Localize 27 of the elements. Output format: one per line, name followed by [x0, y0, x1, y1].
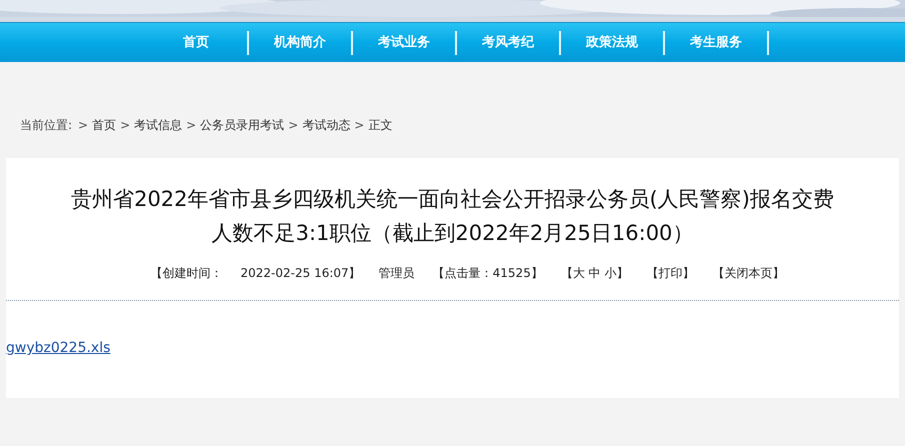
breadcrumb-link[interactable]: 考试动态	[302, 116, 350, 134]
meta-text: 【创建时间：	[150, 265, 223, 282]
nav-link[interactable]: 政策法规	[561, 30, 665, 54]
article-title-line: 人数不足3:1职位（截止到2022年2月25日16:00）	[212, 220, 694, 247]
meta-text: 【关闭本页】	[712, 265, 784, 282]
meta-text: 2022-02-25 16:07】	[240, 265, 361, 282]
breadcrumb-link[interactable]: 首页	[92, 116, 116, 134]
nav-link[interactable]: 考试业务	[353, 30, 457, 54]
breadcrumb-current: 正文	[368, 117, 392, 134]
meta-text: 【大 中 小】	[560, 265, 628, 282]
meta-text: 【点击量：41525】	[432, 265, 543, 282]
breadcrumb-separator: >	[186, 117, 196, 134]
article-title-line: 贵州省2022年省市县乡四级机关统一面向社会公开招录公务员(人民警察)报名交费	[71, 186, 834, 213]
meta-text: 管理员	[378, 265, 415, 282]
breadcrumb-separator: >	[288, 117, 298, 134]
meta-text: 【打印】	[646, 265, 694, 282]
breadcrumb-separator: >	[120, 117, 130, 134]
breadcrumb-label: 当前位置:	[20, 117, 72, 134]
breadcrumb-link[interactable]: 考试信息	[134, 116, 182, 134]
nav-link[interactable]: 考生服务	[665, 30, 769, 54]
breadcrumb-link[interactable]: 公务员录用考试	[200, 116, 284, 134]
breadcrumb-separator: >	[78, 117, 88, 134]
nav-link[interactable]: 机构简介	[249, 30, 353, 54]
nav-link[interactable]: 考风考纪	[457, 30, 561, 54]
attachment-link[interactable]: gwybz0225.xls	[6, 340, 110, 356]
nav-link[interactable]: 首页	[145, 30, 249, 54]
breadcrumb-separator: >	[354, 117, 364, 134]
